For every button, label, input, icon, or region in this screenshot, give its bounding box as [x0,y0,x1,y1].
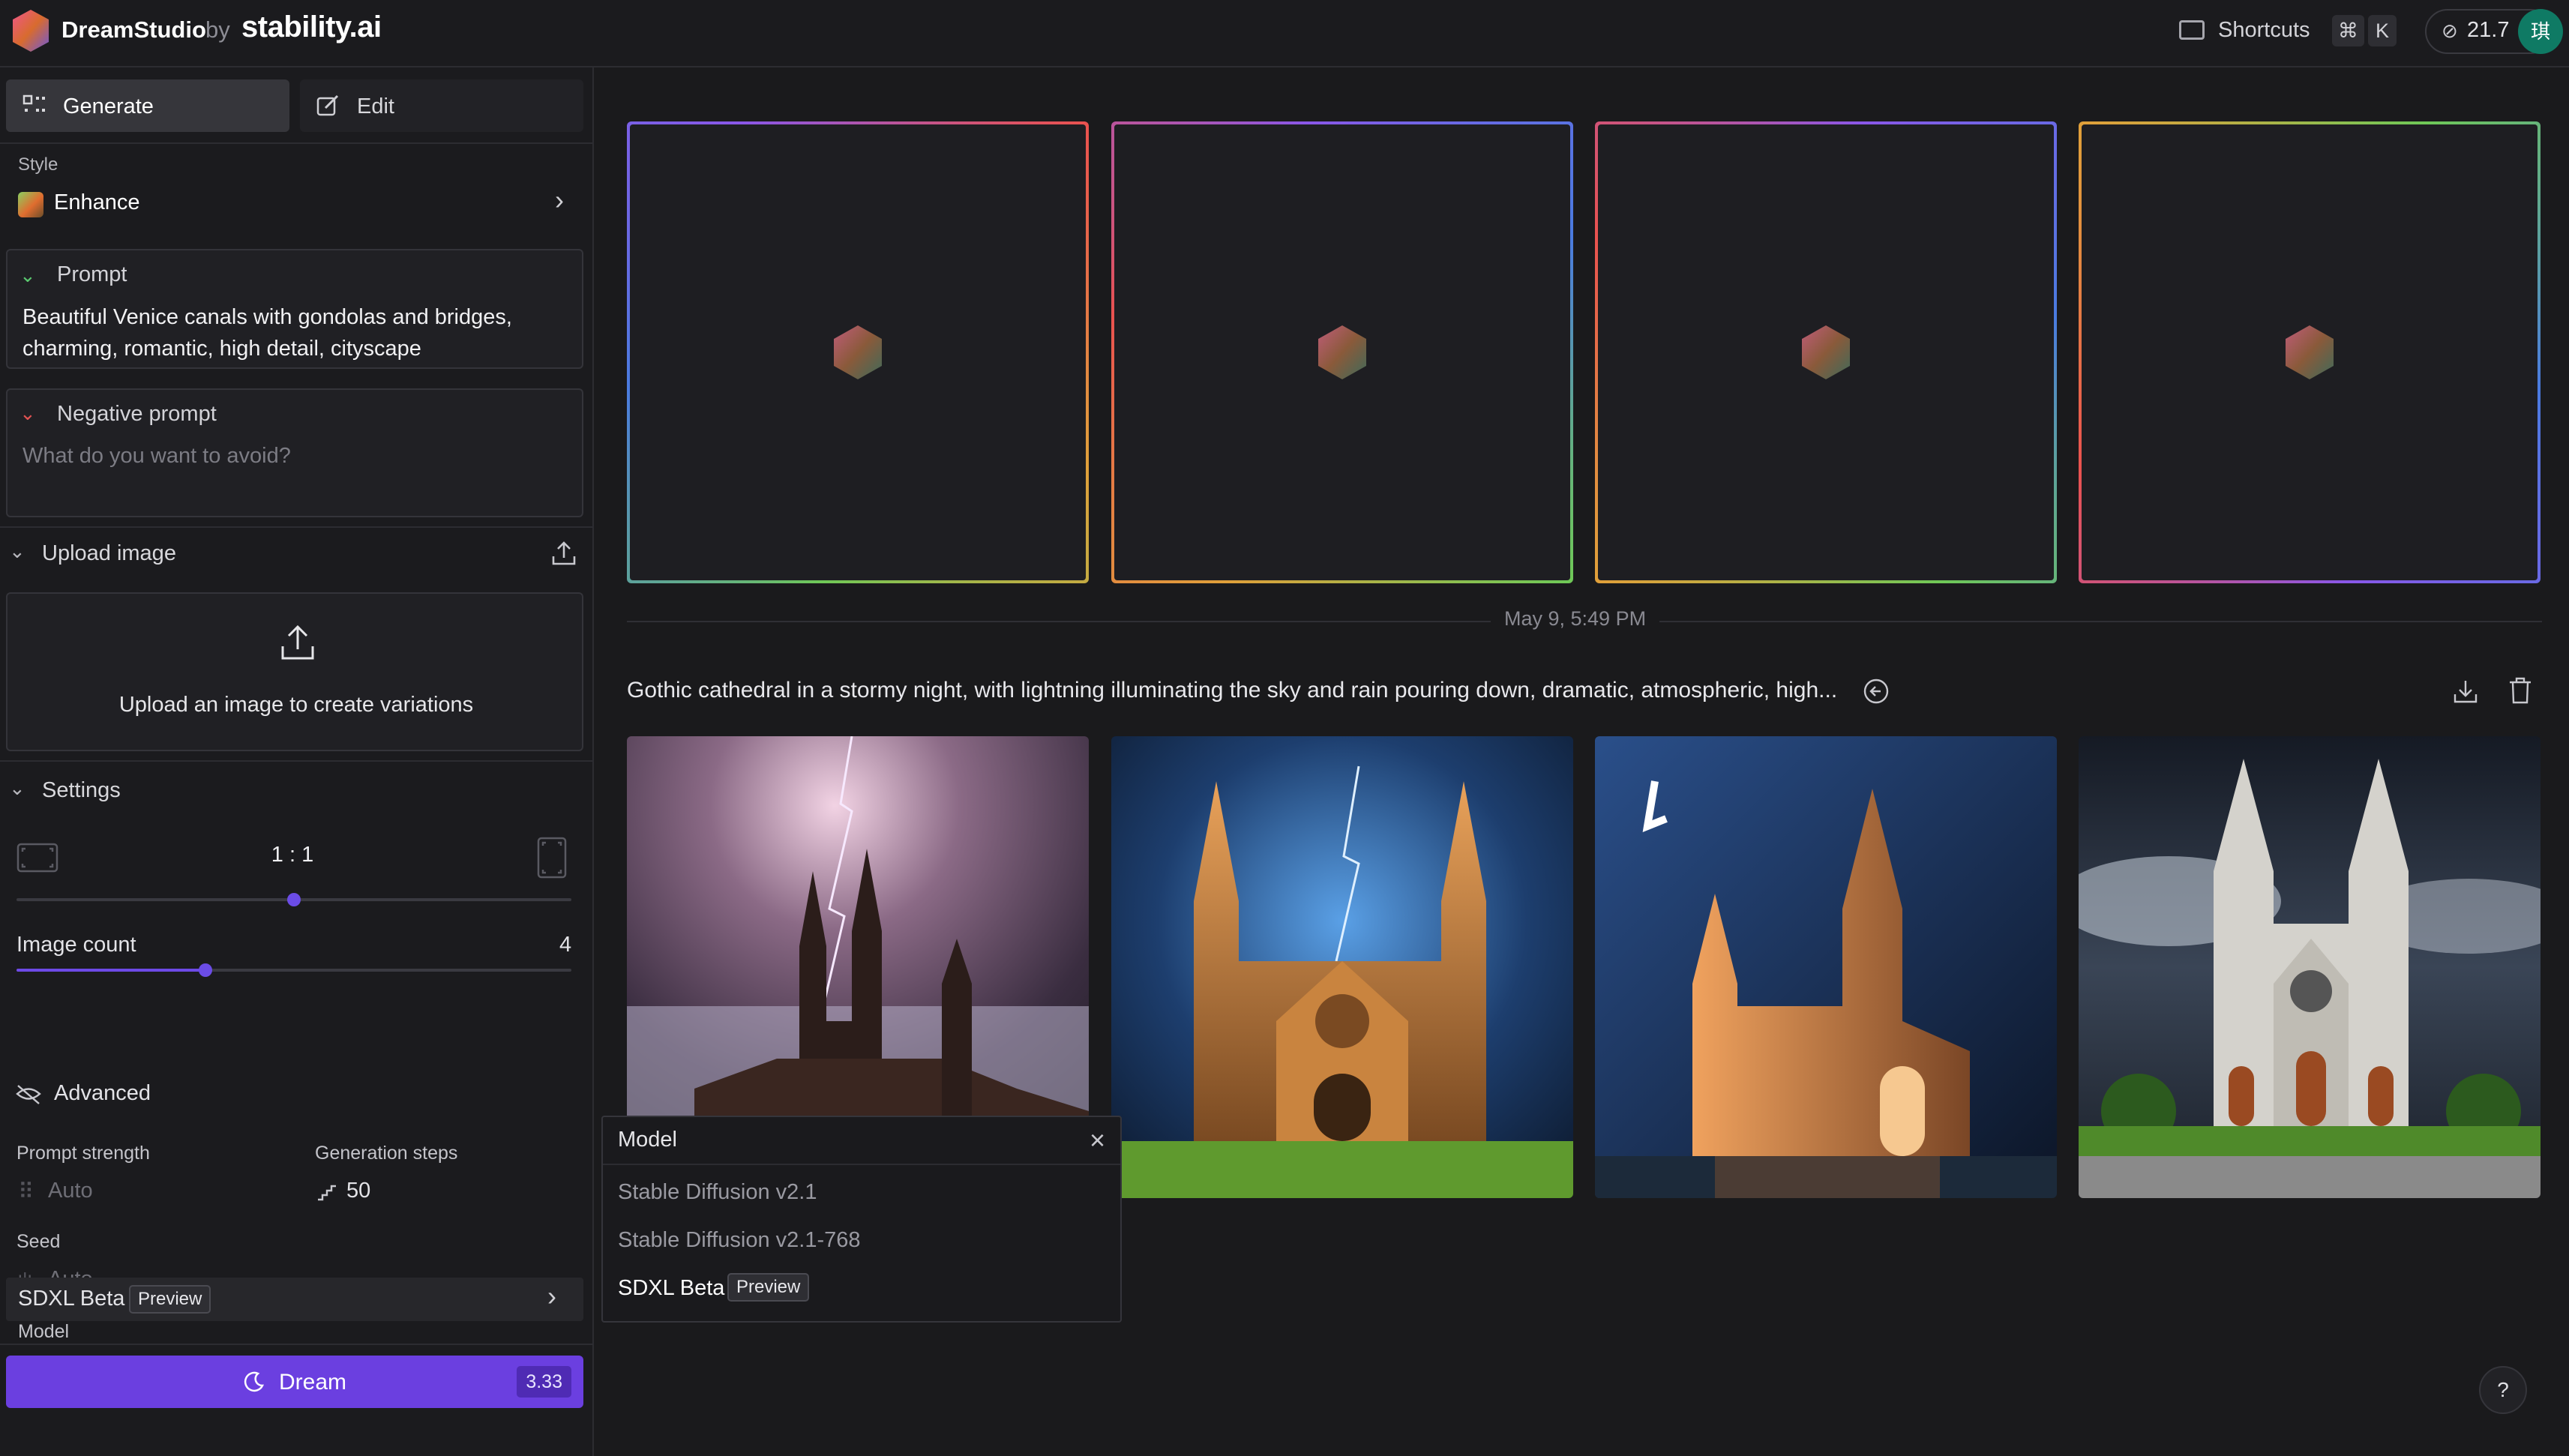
trash-icon[interactable] [2508,676,2533,705]
aspect-ratio-value: 1 : 1 [271,843,314,867]
image-count-thumb[interactable] [198,963,212,977]
model-option-sdxl-beta[interactable]: SDXL Beta [618,1276,724,1301]
tab-edit-label: Edit [357,94,394,118]
shortcut-key-k: K [2368,15,2397,46]
upload-icon[interactable] [550,540,577,567]
divider [603,1164,1120,1165]
divider [0,142,594,144]
model-label: Model [18,1321,70,1342]
upload-icon [281,625,314,660]
avatar[interactable]: 琪 [2518,9,2563,54]
generated-image[interactable] [1595,736,2057,1198]
model-dropdown-title: Model [618,1128,677,1152]
aspect-ratio-thumb[interactable] [287,893,301,906]
hexagon-loader-icon [1318,325,1366,379]
negative-prompt-label: Negative prompt [57,402,217,426]
model-option-sd21[interactable]: Stable Diffusion v2.1 [618,1180,817,1205]
credits-icon: ⊘ [2442,19,2458,42]
company-name: stability.ai [241,10,382,43]
cathedral-image-3 [1595,736,2057,1198]
model-selector[interactable]: SDXL Beta Preview › [6,1278,583,1321]
steps-icon [318,1185,336,1201]
upload-dropzone[interactable]: Upload an image to create variations [6,592,583,751]
cathedral-image-4 [2079,736,2541,1198]
close-icon[interactable]: × [1090,1125,1105,1156]
upload-prompt-text: Upload an image to create variations [118,693,474,717]
eye-off-icon[interactable] [15,1083,42,1105]
image-count-value: 4 [559,933,572,957]
negative-prompt-input[interactable]: What do you want to avoid? [22,444,291,469]
image-count-fill [16,969,205,972]
reuse-prompt-icon[interactable] [1863,678,1890,705]
help-button[interactable]: ? [2479,1366,2527,1414]
upload-image-label[interactable]: Upload image [42,541,176,566]
grid-icon [22,94,45,112]
divider [0,760,594,762]
keyboard-icon[interactable] [2179,20,2205,40]
grid-dots-icon: ⠿ [18,1180,34,1204]
prompt-label: Prompt [57,262,127,286]
chevron-down-icon[interactable]: ⌄ [19,402,36,425]
hexagon-loader-icon [1802,325,1850,379]
chevron-down-icon[interactable]: ⌄ [9,777,25,800]
model-option-sd21-768[interactable]: Stable Diffusion v2.1-768 [618,1228,861,1253]
shortcut-key-cmd: ⌘ [2332,15,2364,46]
hexagon-loader-icon [834,325,882,379]
generation-timestamp: May 9, 5:49 PM [1491,607,1660,631]
prompt-input[interactable]: Beautiful Venice canals with gondolas an… [22,301,562,364]
prompt-strength-input[interactable]: Auto [48,1179,93,1203]
moon-icon [244,1371,264,1392]
brand-by: by [205,16,230,43]
chevron-right-icon: › [547,1281,556,1311]
brand-name: DreamStudio [61,16,206,43]
settings-label[interactable]: Settings [42,778,121,803]
dream-cost-badge: 3.33 [517,1366,571,1398]
credits-value: 21.7 [2467,18,2510,42]
tab-generate-label: Generate [63,94,154,118]
download-icon[interactable] [2452,678,2479,705]
chevron-down-icon[interactable]: ⌄ [19,264,36,287]
divider [0,1344,594,1345]
model-option-badge: Preview [727,1273,810,1302]
aspect-ratio-slider[interactable] [16,893,571,906]
generation-steps-input[interactable]: 50 [346,1179,370,1203]
edit-icon [316,94,339,116]
chevron-right-icon[interactable]: › [555,184,564,216]
chevron-down-icon[interactable]: ⌄ [9,540,25,563]
generating-placeholder [2079,121,2541,583]
generation-steps-label: Generation steps [315,1143,458,1164]
generation-prompt[interactable]: Gothic cathedral in a stormy night, with… [627,678,1837,703]
generated-image[interactable] [1111,736,1573,1198]
dream-label: Dream [279,1370,347,1395]
hexagon-loader-icon [2286,325,2334,379]
generating-placeholder [1111,121,1573,583]
tab-edit[interactable]: Edit [300,79,583,132]
generated-image[interactable] [2079,736,2541,1198]
model-dropdown: Model × Stable Diffusion v2.1 Stable Dif… [601,1116,1122,1323]
sidebar: Generate Edit Style Enhance › ⌄ Prompt B… [0,67,594,1456]
style-label: Style [18,154,58,175]
style-selector[interactable]: Enhance [54,190,140,215]
prompt-strength-label: Prompt strength [16,1143,150,1164]
dream-button[interactable]: Dream 3.33 [6,1356,583,1408]
image-count-label: Image count [16,933,136,957]
model-value: SDXL Beta [18,1287,125,1311]
generating-placeholder [627,121,1089,583]
dreamstudio-logo-icon[interactable] [7,7,54,54]
tab-generate[interactable]: Generate [6,79,289,132]
landscape-ratio-icon[interactable] [16,843,58,873]
top-bar: DreamStudio by stability.ai Shortcuts ⌘ … [0,0,2569,67]
image-count-slider[interactable] [16,963,571,977]
shortcuts-button[interactable]: Shortcuts [2218,18,2310,43]
cathedral-image-2 [1111,736,1573,1198]
style-thumbnail [18,192,43,217]
divider [0,526,594,528]
model-badge: Preview [129,1285,211,1314]
portrait-ratio-icon[interactable] [537,837,567,879]
advanced-toggle[interactable]: Advanced [54,1081,151,1106]
generating-placeholder [1595,121,2057,583]
seed-label: Seed [16,1231,61,1252]
